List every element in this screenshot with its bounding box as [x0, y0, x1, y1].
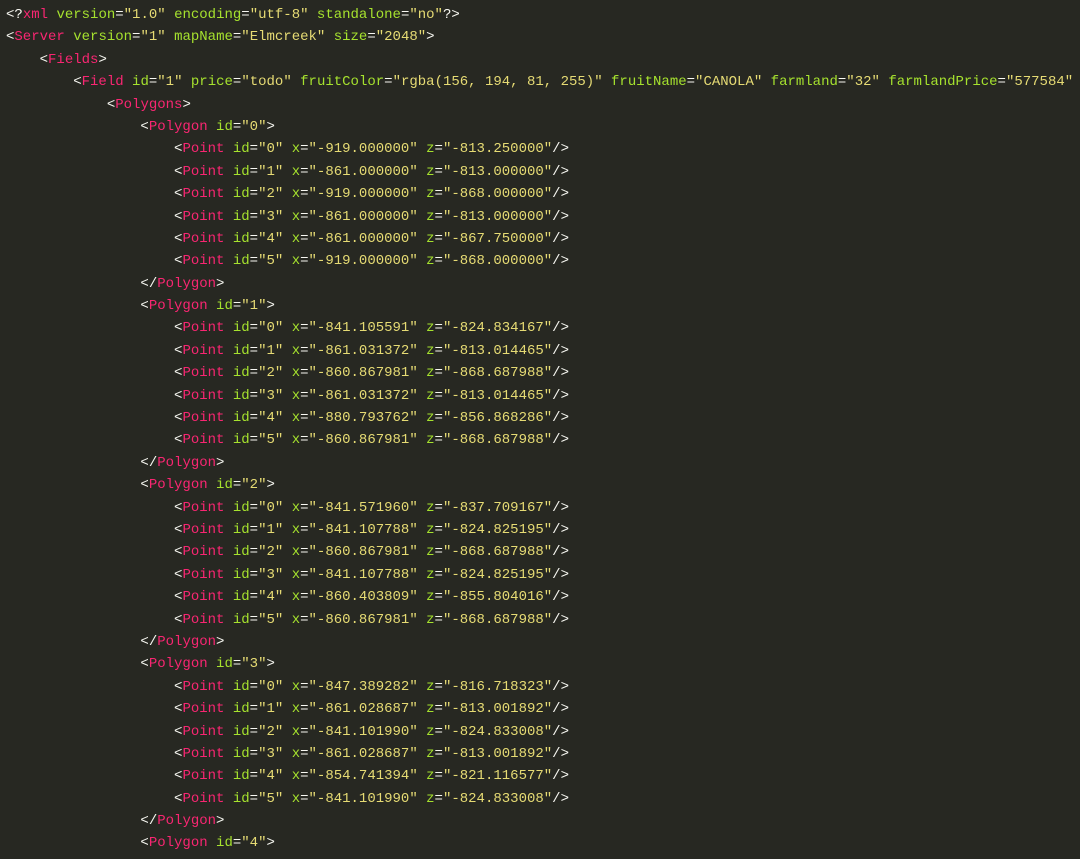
xml-code-view: <?xml version="1.0" encoding="utf-8" sta…: [0, 0, 1080, 859]
